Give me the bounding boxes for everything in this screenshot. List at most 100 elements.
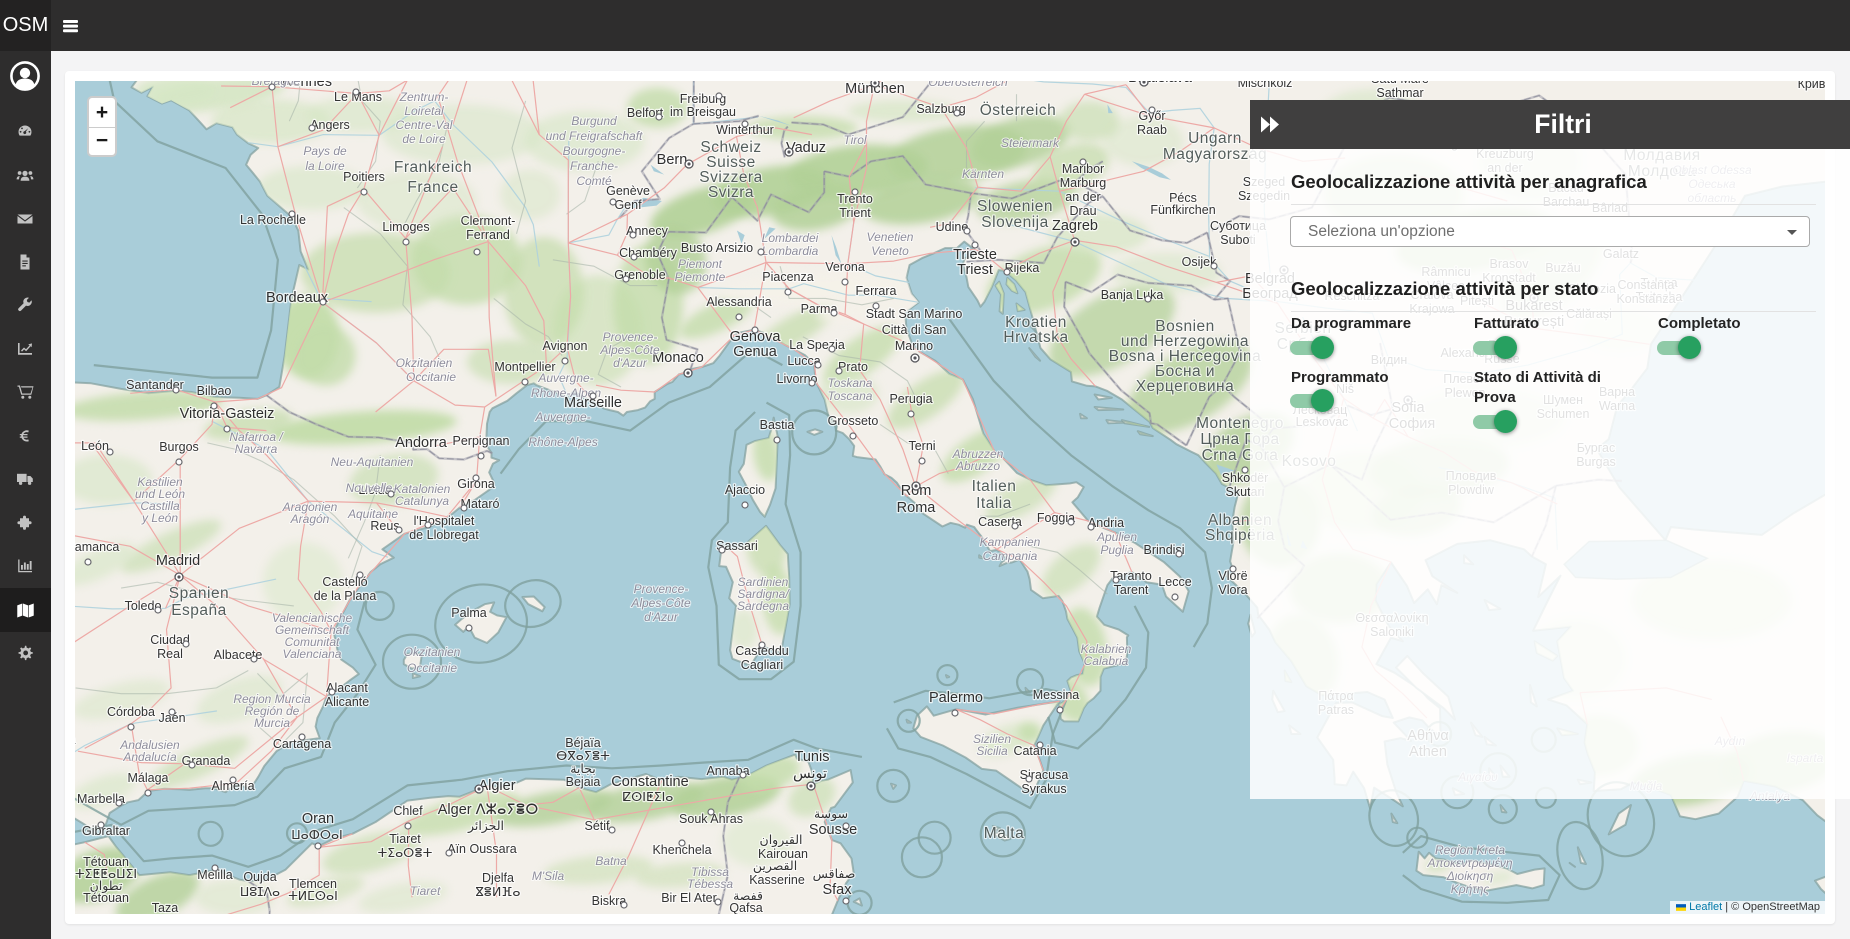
svg-text:ToskanaToscana: ToskanaToscana (828, 376, 873, 403)
svg-text:ApulienPuglia: ApulienPuglia (1096, 530, 1137, 557)
svg-text:Constantine: Constantine (611, 774, 688, 790)
svg-text:Andorra: Andorra (395, 435, 448, 451)
svg-text:Chambéry: Chambéry (619, 246, 677, 260)
svg-text:ⵇⵙⵏⵟⵉⵏⴰ: ⵇⵙⵏⵟⵉⵏⴰ (623, 790, 674, 804)
svg-text:Okzitanien: Okzitanien (396, 356, 453, 370)
svg-text:Taza: Taza (152, 901, 178, 914)
svg-text:Córdoba: Córdoba (107, 705, 155, 719)
svg-text:ⵡⴰⵀⵔⴰⵏ: ⵡⴰⵀⵔⴰⵏ (291, 828, 342, 842)
svg-text:Mischkolz: Mischkolz (1238, 81, 1293, 90)
svg-text:Avignon: Avignon (543, 339, 588, 353)
svg-text:Piacenza: Piacenza (762, 270, 813, 284)
svg-text:Österreich: Österreich (980, 101, 1057, 119)
svg-text:Burgos: Burgos (159, 440, 199, 454)
svg-text:SlowenienSlovenija: SlowenienSlovenija (977, 198, 1053, 231)
svg-text:Tiaret: Tiaret (410, 884, 441, 898)
svg-text:Tirol: Tirol (843, 133, 867, 147)
svg-text:Sétif: Sétif (584, 819, 610, 833)
svg-text:Sfax: Sfax (822, 882, 852, 898)
svg-text:Reus: Reus (370, 519, 399, 533)
svg-text:Vitoria-Gasteiz: Vitoria-Gasteiz (180, 406, 275, 422)
svg-text:TétouanⵜⵉⵟⵟⴰⵡⵉⵏتطوانTétouan: TétouanⵜⵉⵟⵟⴰⵡⵉⵏتطوانTétouan (75, 855, 137, 905)
svg-text:Aquitaine: Aquitaine (347, 507, 398, 521)
svg-text:Tunis: Tunis (795, 749, 830, 765)
svg-text:ItalienItalia: ItalienItalia (972, 478, 1017, 512)
svg-text:Криви: Криви (1798, 81, 1825, 91)
svg-text:الجزائر: الجزائر (467, 819, 504, 834)
svg-text:Tlemcenⵜⵍⵎⵙⴰⵏ: Tlemcenⵜⵍⵎⵙⴰⵏ (288, 877, 338, 903)
svg-text:Bern: Bern (657, 152, 688, 168)
svg-text:Satu MareSathmar: Satu MareSathmar (1371, 81, 1429, 100)
svg-text:SizilienSicilia: SizilienSicilia (973, 732, 1011, 758)
svg-text:Occitanie: Occitanie (406, 370, 456, 384)
svg-text:Chlef: Chlef (393, 804, 423, 818)
svg-text:Pays dela Loire: Pays dela Loire (303, 144, 347, 173)
svg-text:Alger ⴷⵣⴰⵢⴻⵔ: Alger ⴷⵣⴰⵢⴻⵔ (438, 802, 539, 818)
svg-text:SardinienSardigna/Sardegna: SardinienSardigna/Sardegna (737, 575, 790, 613)
svg-text:LombardeiLombardia: LombardeiLombardia (762, 231, 819, 258)
svg-text:Gibraltar: Gibraltar (82, 824, 130, 838)
svg-text:VenetienVeneto: VenetienVeneto (867, 230, 914, 258)
svg-text:Bilbao: Bilbao (197, 384, 232, 398)
svg-text:Verona: Verona (825, 260, 865, 274)
svg-text:Djelfaⴵⴻⵍⴼⴰ: Djelfaⴵⴻⵍⴼⴰ (476, 871, 521, 899)
svg-text:Kärnten: Kärnten (962, 167, 1004, 181)
svg-text:Rhône-Alpes: Rhône-Alpes (528, 435, 597, 449)
svg-text:Neu-Aquitanien: Neu-Aquitanien (331, 455, 414, 469)
svg-text:Freiburgim Breisgau: Freiburgim Breisgau (670, 92, 736, 119)
svg-text:Busto Arsizio: Busto Arsizio (681, 241, 753, 255)
svg-text:Bir El Ater: Bir El Ater (661, 891, 717, 905)
svg-text:Auvergne-: Auvergne- (534, 410, 590, 424)
svg-text:Nafarroa /Navarra: Nafarroa /Navarra (229, 430, 284, 456)
svg-text:Monaco: Monaco (652, 350, 704, 366)
svg-text:AndalusienAndalucía: AndalusienAndalucía (119, 738, 180, 764)
svg-text:Oran: Oran (302, 811, 334, 827)
svg-text:صفاقس: صفاقس (813, 867, 856, 882)
svg-text:Bordeaux: Bordeaux (266, 290, 329, 306)
svg-text:Kastilienund LeónCastillay Leó: Kastilienund LeónCastillay León (135, 475, 185, 525)
svg-text:Aïn Oussara: Aïn Oussara (447, 842, 517, 856)
svg-text:l'Hospitaletde Llobregat: l'Hospitaletde Llobregat (409, 514, 479, 542)
svg-text:SiracusaSyrakus: SiracusaSyrakus (1020, 768, 1069, 796)
svg-text:Angers: Angers (310, 118, 350, 132)
svg-text:Grenoble: Grenoble (614, 268, 665, 282)
svg-text:Zagreb: Zagreb (1052, 218, 1098, 234)
svg-text:Castellóde la Plana: Castellóde la Plana (314, 575, 377, 603)
svg-text:تونس: تونس (793, 766, 827, 782)
svg-text:La Rochelle: La Rochelle (240, 213, 306, 227)
svg-text:KampanienCampania: KampanienCampania (980, 535, 1041, 563)
svg-text:GenovaGenua: GenovaGenua (730, 329, 782, 360)
svg-text:سوسة: سوسة (814, 807, 848, 822)
svg-text:Ajaccio: Ajaccio (725, 483, 765, 497)
svg-text:Bretagne: Bretagne (252, 81, 301, 88)
svg-text:Terni: Terni (908, 439, 935, 453)
svg-text:KatalonienCatalunya: KatalonienCatalunya (394, 482, 451, 508)
svg-text:Bratislava: Bratislava (1128, 81, 1193, 86)
svg-text:Bastia: Bastia (760, 418, 795, 432)
svg-text:Madrid: Madrid (156, 553, 200, 569)
svg-text:AbruzzenAbruzzo: AbruzzenAbruzzo (952, 447, 1004, 473)
svg-text:Prato: Prato (838, 360, 868, 374)
svg-text:Málaga: Málaga (128, 771, 169, 785)
svg-text:Salamanca: Salamanca (75, 540, 119, 554)
svg-text:Oberösterreich: Oberösterreich (928, 81, 1008, 89)
svg-text:Kasserine: Kasserine (749, 873, 805, 887)
svg-text:Perugia: Perugia (889, 392, 932, 406)
svg-text:Qafsa: Qafsa (729, 901, 762, 914)
svg-text:AragonienAragón: AragonienAragón (282, 500, 338, 526)
svg-text:KalabrienCalabria: KalabrienCalabria (1081, 642, 1132, 668)
svg-text:PiemontPiemonte: PiemontPiemonte (675, 257, 726, 284)
svg-text:SpanienEspaña: SpanienEspaña (169, 585, 229, 619)
svg-text:TrentoTrient: TrentoTrient (837, 192, 873, 220)
svg-text:Clermont-Ferrand: Clermont-Ferrand (461, 214, 516, 242)
svg-text:Catania: Catania (1013, 744, 1056, 758)
svg-text:TriesteTriest: TriesteTriest (953, 247, 997, 278)
svg-text:La Spezia: La Spezia (789, 338, 845, 352)
svg-text:Zentrum-LoiretalCentre-Valde L: Zentrum-LoiretalCentre-Valde Loire (396, 90, 453, 146)
svg-text:ValencianischeGemeinschaftComu: ValencianischeGemeinschaftComunitatValen… (272, 611, 353, 661)
svg-text:Batna: Batna (595, 854, 627, 868)
svg-text:Palma: Palma (451, 606, 486, 620)
svg-text:León: León (81, 439, 109, 453)
svg-text:القصرين: القصرين (753, 859, 797, 874)
svg-text:SchweizSuisseSvizzeraSvizra: SchweizSuisseSvizzeraSvizra (699, 139, 762, 201)
